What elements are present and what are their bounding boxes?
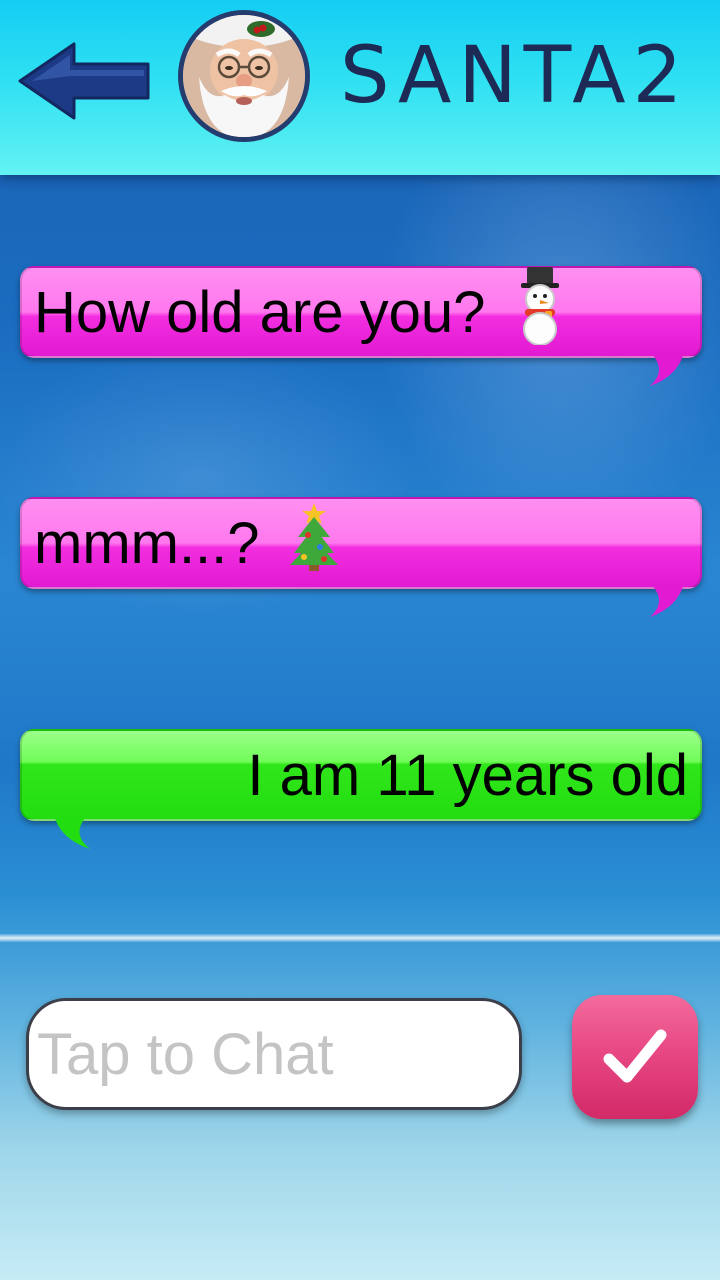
santa-face-image [183, 15, 305, 137]
checkmark-icon [603, 1029, 667, 1083]
christmas-tree-icon [286, 501, 342, 585]
message-bubble-incoming: mmm...? [20, 497, 702, 617]
message-bubble-incoming: How old are you? [20, 265, 702, 386]
bubble-tail [650, 583, 684, 617]
santa-avatar[interactable] [178, 10, 310, 142]
chat-input[interactable] [26, 998, 522, 1110]
back-arrow-icon [18, 42, 150, 120]
chat-title: SANTA2 [340, 31, 690, 121]
message-text: I am 11 years old [247, 742, 688, 808]
send-button[interactable] [572, 995, 698, 1119]
app-header: SANTA2 [0, 0, 720, 175]
snowman-icon [511, 265, 569, 359]
message-text: mmm...? [34, 510, 260, 576]
composer-divider [0, 934, 720, 942]
bubble-tail [650, 352, 684, 386]
bubble-tail [54, 815, 90, 849]
back-button[interactable] [18, 40, 152, 122]
message-bubble-outgoing: I am 11 years old [20, 729, 702, 849]
message-text: How old are you? [34, 279, 486, 345]
